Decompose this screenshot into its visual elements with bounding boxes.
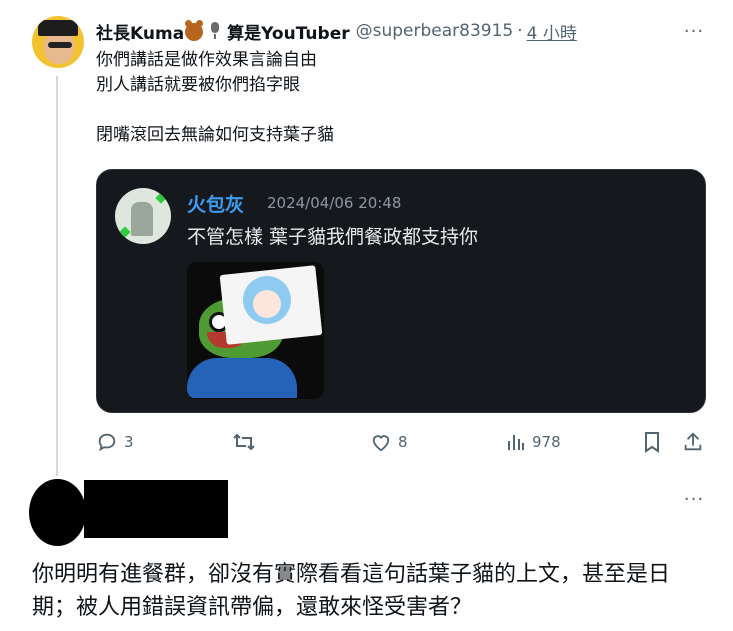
bookmark-icon (645, 432, 659, 453)
tweet-timestamp[interactable]: 4 小時 (527, 19, 577, 44)
tweet-line: 閉嘴滾回去無論如何支持葉子貓 (96, 125, 334, 145)
author-handle[interactable]: @superbear83915 (356, 21, 514, 41)
separator-dot: · (517, 21, 523, 41)
quoted-text: 不管怎樣 葉子貓我們餐政都支持你 (187, 226, 479, 248)
share-button[interactable] (682, 428, 704, 456)
thread-connector (56, 76, 58, 476)
bookmark-button[interactable] (642, 428, 662, 456)
tweet-line (96, 98, 334, 123)
quoted-date: 2024/04/06 20:48 (267, 194, 402, 212)
tweet-action-bar: 3 8 978 (96, 428, 714, 456)
quoted-author-name: 火包灰 (187, 194, 245, 216)
tweet-header: 社長Kuma 算是YouTuber @superbear83915 · 4 小時 (96, 18, 716, 44)
reply-button[interactable]: 3 (96, 428, 134, 456)
author-name[interactable]: 社長Kuma (96, 19, 184, 44)
author-avatar[interactable] (32, 16, 84, 68)
retweet-button[interactable] (232, 428, 256, 456)
microphone-emoji-icon (209, 22, 221, 40)
retweet-icon (233, 433, 255, 451)
like-icon (372, 435, 390, 452)
reply-count: 3 (124, 433, 134, 451)
views-icon (508, 435, 524, 450)
tweet-line: 別人講話就要被你們掐字眼 (96, 75, 300, 95)
views-button[interactable]: 978 (506, 428, 561, 456)
quoted-image[interactable] (187, 262, 324, 399)
redacted-author-info (84, 480, 228, 538)
more-options-icon[interactable]: ··· (680, 18, 708, 44)
reply-author-avatar[interactable] (29, 479, 86, 546)
reply-text: 你明明有進餐群，卻沒有實際看看這句話葉子貓的上文，甚至是日期；被人用錯誤資訊帶偏… (32, 562, 671, 620)
quoted-post-card[interactable]: 火包灰 2024/04/06 20:48 不管怎樣 葉子貓我們餐政都支持你 (96, 169, 706, 413)
author-name-suffix[interactable]: 算是YouTuber (227, 19, 349, 44)
like-count: 8 (398, 433, 408, 451)
tweet-text: 你們講話是做作效果言論自由 別人講話就要被你們掐字眼 閉嘴滾回去無論如何支持葉子… (96, 48, 334, 148)
bear-emoji-icon (185, 20, 204, 41)
tweet-line: 你們講話是做作效果言論自由 (96, 50, 317, 70)
more-options-icon[interactable]: ··· (680, 487, 708, 511)
views-count: 978 (532, 433, 561, 451)
reply-icon (98, 433, 116, 452)
like-button[interactable]: 8 (370, 428, 408, 456)
share-icon (684, 432, 702, 451)
quoted-author-avatar (115, 188, 171, 244)
